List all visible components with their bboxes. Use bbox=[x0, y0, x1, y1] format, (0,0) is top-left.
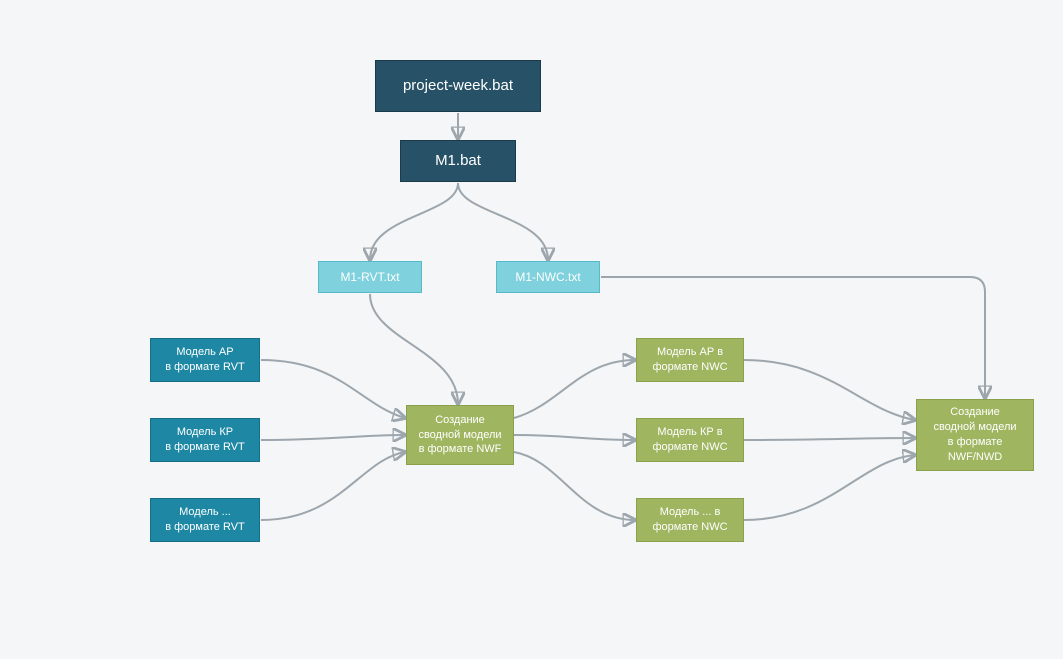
node-m1-bat: M1.bat bbox=[400, 140, 516, 182]
node-m1-nwc-txt: M1-NWC.txt bbox=[496, 261, 600, 293]
node-create-nwf-nwd: Созданиесводной моделив форматеNWF/NWD bbox=[916, 399, 1034, 471]
node-model-etc-rvt: Модель ...в формате RVT bbox=[150, 498, 260, 542]
node-model-kr-nwc: Модель КР вформате NWC bbox=[636, 418, 744, 462]
node-model-ar-rvt: Модель АРв формате RVT bbox=[150, 338, 260, 382]
node-model-ar-nwc: Модель АР вформате NWC bbox=[636, 338, 744, 382]
node-project-bat: project-week.bat bbox=[375, 60, 541, 112]
node-model-etc-nwc: Модель ... вформате NWC bbox=[636, 498, 744, 542]
node-m1-rvt-txt: M1-RVT.txt bbox=[318, 261, 422, 293]
node-create-nwf: Созданиесводной моделив формате NWF bbox=[406, 405, 514, 465]
node-model-kr-rvt: Модель КРв формате RVT bbox=[150, 418, 260, 462]
